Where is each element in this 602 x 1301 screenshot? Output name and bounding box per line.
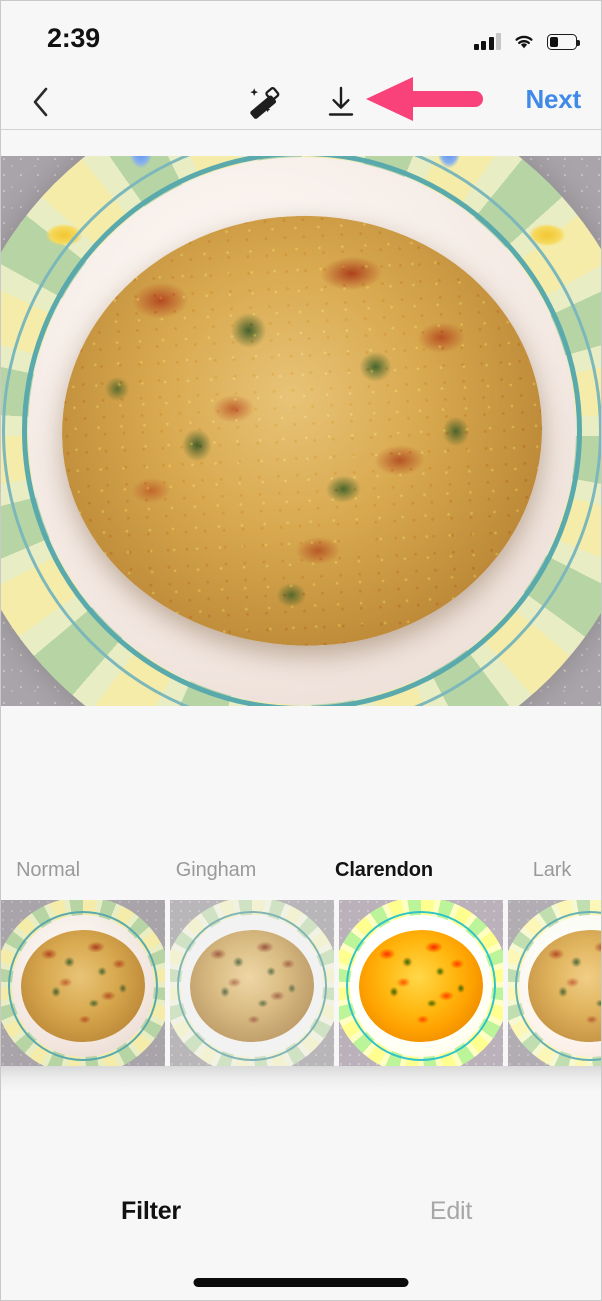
magic-wand-button[interactable] xyxy=(241,83,287,121)
bottom-tab-bar: Filter Edit xyxy=(1,1092,601,1300)
download-button[interactable] xyxy=(319,83,363,121)
back-button[interactable] xyxy=(23,85,57,119)
filter-thumbnail-normal[interactable] xyxy=(1,900,165,1066)
status-bar-indicators xyxy=(473,28,580,50)
home-indicator[interactable] xyxy=(193,1278,409,1287)
battery-icon xyxy=(547,34,580,50)
thumbnail-row-fade xyxy=(1,1066,601,1092)
next-button[interactable]: Next xyxy=(525,84,581,115)
filter-thumbnail-lark[interactable] xyxy=(508,900,601,1066)
cellular-signal-icon xyxy=(473,33,501,50)
filter-label-row: Normal Gingham Clarendon Lark xyxy=(1,859,601,897)
photo-preview[interactable] xyxy=(1,156,601,706)
wifi-icon xyxy=(512,32,536,50)
filter-thumbnail-clarendon[interactable] xyxy=(339,900,503,1066)
filter-label-normal[interactable]: Normal xyxy=(1,859,133,882)
filter-label-gingham[interactable]: Gingham xyxy=(131,859,301,882)
filter-thumbnail-row[interactable] xyxy=(1,900,601,1066)
status-bar-clock: 2:39 xyxy=(47,23,100,53)
blank-spacer xyxy=(1,706,601,859)
phone-screen: 2:39 Next Normal Gingham Clarendon Lark … xyxy=(0,0,602,1301)
navigation-bar: Next xyxy=(1,73,601,130)
filter-thumbnail-gingham[interactable] xyxy=(170,900,334,1066)
tab-filter[interactable]: Filter xyxy=(41,1197,261,1226)
filter-label-lark[interactable]: Lark xyxy=(467,859,601,882)
status-bar: 2:39 xyxy=(1,1,601,73)
filter-label-clarendon[interactable]: Clarendon xyxy=(299,859,469,882)
tab-edit[interactable]: Edit xyxy=(341,1197,561,1226)
